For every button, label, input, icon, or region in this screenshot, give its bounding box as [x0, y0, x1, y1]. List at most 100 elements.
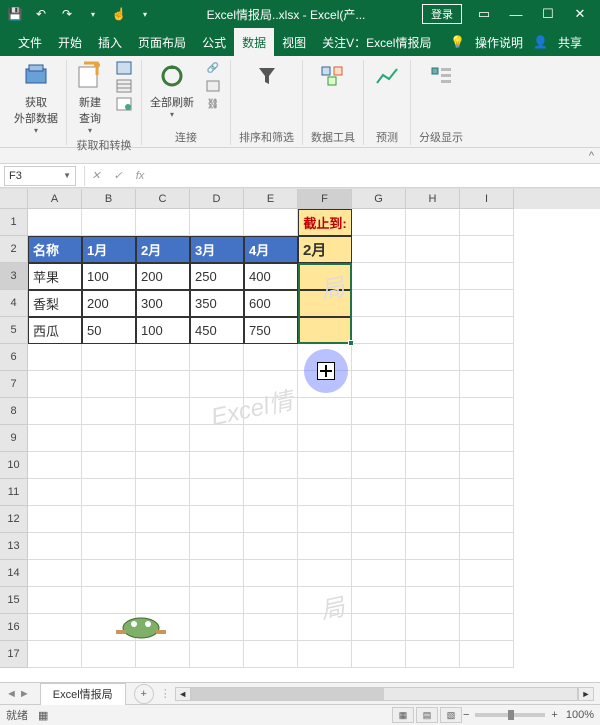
cell[interactable] [352, 479, 406, 506]
cell[interactable] [460, 344, 514, 371]
edit-links-icon[interactable]: ⛓ [204, 96, 222, 112]
scroll-right-icon[interactable]: ► [578, 687, 594, 701]
cell[interactable] [82, 452, 136, 479]
row-header[interactable]: 9 [0, 425, 28, 452]
cell[interactable] [352, 452, 406, 479]
cell[interactable] [352, 290, 406, 317]
cell[interactable] [190, 533, 244, 560]
cell[interactable] [28, 452, 82, 479]
maximize-icon[interactable]: ☐ [532, 0, 564, 28]
row-header[interactable]: 12 [0, 506, 28, 533]
col-header[interactable]: C [136, 189, 190, 209]
refresh-all-button[interactable]: 全部刷新 ▾ [150, 60, 194, 119]
cell[interactable]: 350 [190, 290, 244, 317]
share-button[interactable]: 共享 [550, 28, 590, 56]
cell[interactable] [460, 587, 514, 614]
chevron-down-icon[interactable]: ▼ [63, 171, 71, 180]
ribbon-options-icon[interactable]: ▭ [468, 0, 500, 28]
cell[interactable] [28, 560, 82, 587]
cell[interactable] [244, 398, 298, 425]
cell[interactable] [298, 587, 352, 614]
cell[interactable] [460, 209, 514, 236]
cell[interactable] [244, 209, 298, 236]
cell[interactable] [352, 614, 406, 641]
cell[interactable]: 400 [244, 263, 298, 290]
cell[interactable] [406, 641, 460, 668]
col-header[interactable]: E [244, 189, 298, 209]
properties-icon[interactable] [204, 78, 222, 94]
cell[interactable] [298, 479, 352, 506]
tab-insert[interactable]: 插入 [90, 28, 130, 56]
cell[interactable] [406, 290, 460, 317]
cell[interactable] [136, 425, 190, 452]
cell[interactable] [298, 317, 352, 344]
cell[interactable] [298, 398, 352, 425]
cell[interactable] [244, 344, 298, 371]
cell[interactable] [28, 587, 82, 614]
cell[interactable] [460, 479, 514, 506]
zoom-out-icon[interactable]: − [463, 709, 469, 721]
cell[interactable]: 名称 [28, 236, 82, 263]
cell[interactable]: 250 [190, 263, 244, 290]
connections-icon[interactable]: 🔗 [204, 60, 222, 76]
cell[interactable] [352, 641, 406, 668]
cell[interactable] [28, 344, 82, 371]
cell[interactable] [460, 398, 514, 425]
row-header[interactable]: 6 [0, 344, 28, 371]
cell[interactable] [352, 533, 406, 560]
cell[interactable]: 香梨 [28, 290, 82, 317]
cell[interactable] [136, 398, 190, 425]
cancel-formula-icon[interactable]: ✕ [85, 169, 107, 182]
tab-file[interactable]: 文件 [10, 28, 50, 56]
cell[interactable] [352, 263, 406, 290]
row-header[interactable]: 8 [0, 398, 28, 425]
tab-custom[interactable]: 关注V：Excel情报局 [314, 28, 439, 56]
cell[interactable] [136, 344, 190, 371]
cell[interactable] [406, 479, 460, 506]
cell[interactable] [82, 398, 136, 425]
cell[interactable] [28, 479, 82, 506]
sheet-tab[interactable]: Excel情报局 [40, 683, 126, 705]
cell[interactable] [136, 479, 190, 506]
cell[interactable] [28, 614, 82, 641]
cell[interactable] [82, 560, 136, 587]
row-header[interactable]: 11 [0, 479, 28, 506]
cell[interactable]: 200 [82, 290, 136, 317]
cell[interactable] [190, 209, 244, 236]
cell[interactable] [352, 506, 406, 533]
cell[interactable] [136, 506, 190, 533]
cell[interactable]: 750 [244, 317, 298, 344]
cell[interactable] [352, 344, 406, 371]
new-query-button[interactable]: 新建 查询 ▾ [75, 60, 105, 135]
cell[interactable] [244, 479, 298, 506]
cell[interactable] [406, 317, 460, 344]
cell[interactable] [298, 614, 352, 641]
cell[interactable]: 3月 [190, 236, 244, 263]
col-header[interactable]: I [460, 189, 514, 209]
recent-sources-icon[interactable] [115, 96, 133, 112]
cell[interactable]: 1月 [82, 236, 136, 263]
cell[interactable] [28, 425, 82, 452]
row-header[interactable]: 16 [0, 614, 28, 641]
cell[interactable]: 600 [244, 290, 298, 317]
cell[interactable]: 100 [82, 263, 136, 290]
cell[interactable] [28, 398, 82, 425]
col-header[interactable]: B [82, 189, 136, 209]
cell[interactable] [352, 371, 406, 398]
cell[interactable] [352, 398, 406, 425]
cell[interactable]: 2月 [136, 236, 190, 263]
cell[interactable] [406, 398, 460, 425]
from-table-icon[interactable] [115, 78, 133, 94]
cell[interactable] [244, 560, 298, 587]
cell[interactable] [298, 263, 352, 290]
save-icon[interactable]: 💾 [4, 3, 26, 25]
cell[interactable] [298, 452, 352, 479]
cell[interactable]: 300 [136, 290, 190, 317]
col-header[interactable]: A [28, 189, 82, 209]
cell[interactable] [190, 371, 244, 398]
cell[interactable] [28, 371, 82, 398]
cell[interactable] [406, 560, 460, 587]
tab-formulas[interactable]: 公式 [194, 28, 234, 56]
cell[interactable] [298, 560, 352, 587]
cell[interactable] [244, 452, 298, 479]
